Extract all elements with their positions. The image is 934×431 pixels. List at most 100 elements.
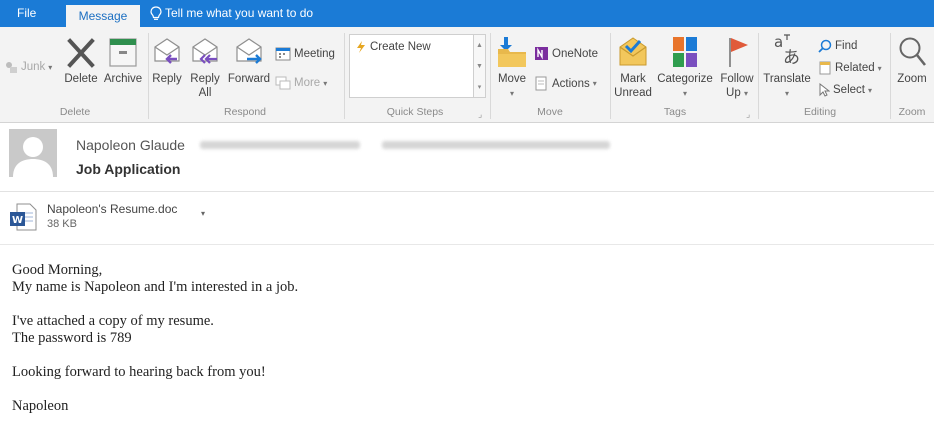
related-icon xyxy=(819,61,831,75)
archive-icon xyxy=(109,38,137,67)
related-button[interactable]: Related ▾ xyxy=(818,61,882,75)
chevron-down-icon[interactable]: ▾ xyxy=(201,209,205,218)
attachment-filesize: 38 KB xyxy=(47,218,77,230)
message-subject: Job Application xyxy=(76,161,181,177)
redacted-address xyxy=(200,141,360,149)
redacted-recipient xyxy=(382,141,610,149)
group-divider xyxy=(490,33,491,119)
actions-label: Actions xyxy=(552,77,590,90)
reply-all-label-1: Reply xyxy=(190,73,220,85)
reply-label: Reply xyxy=(152,73,182,85)
junk-button[interactable]: Junk ▾ xyxy=(4,60,52,74)
forward-label: Forward xyxy=(227,73,271,85)
reply-all-icon xyxy=(192,38,218,64)
chevron-down-icon: ▾ xyxy=(509,89,514,98)
group-divider xyxy=(148,33,149,119)
select-label: Select xyxy=(833,84,865,96)
tell-me-label: Tell me what you want to do xyxy=(165,6,314,20)
sender-name[interactable]: Napoleon Glaude xyxy=(76,137,185,153)
message-body: Good Morning, My name is Napoleon and I'… xyxy=(12,262,298,415)
group-label-editing: Editing xyxy=(803,106,837,118)
translate-icon: a あ xyxy=(774,33,800,68)
follow-up-button[interactable]: Follow Up ▾ xyxy=(716,35,758,101)
tab-file[interactable]: File xyxy=(17,3,36,25)
chevron-down-icon: ▾ xyxy=(592,79,597,88)
body-line: Looking forward to hearing back from you… xyxy=(12,364,266,380)
group-label-zoom: Zoom xyxy=(898,106,926,118)
follow-up-label-2: Up xyxy=(726,87,741,99)
tab-message[interactable]: Message xyxy=(66,5,140,27)
meeting-button[interactable]: Meeting xyxy=(275,46,335,61)
scroll-down-icon[interactable]: ▼ xyxy=(474,56,485,77)
magnifier-icon xyxy=(899,37,927,66)
delete-button[interactable]: Delete xyxy=(60,37,102,86)
find-button[interactable]: Find xyxy=(818,39,857,53)
svg-text:a: a xyxy=(774,33,783,51)
reply-icon xyxy=(154,38,180,64)
chevron-down-icon: ▾ xyxy=(877,63,882,73)
body-line: Good Morning, xyxy=(12,262,103,278)
dialog-launcher-icon[interactable]: ⌟ xyxy=(746,109,750,120)
forward-button[interactable]: Forward xyxy=(225,37,273,86)
zoom-label: Zoom xyxy=(897,73,927,85)
archive-label: Archive xyxy=(103,73,143,85)
ribbon: Junk ▾ Delete Archive Delete Reply Reply… xyxy=(0,27,934,123)
junk-label: Junk xyxy=(21,61,46,73)
group-label-tags: Tags xyxy=(663,106,687,118)
more-icon xyxy=(275,76,291,90)
onenote-button[interactable]: OneNote xyxy=(534,46,598,61)
scroll-up-icon[interactable]: ▲ xyxy=(474,35,485,56)
categorize-button[interactable]: Categorize ▾ xyxy=(654,35,716,101)
chevron-down-icon: ▾ xyxy=(48,62,53,72)
follow-up-label-1: Follow xyxy=(720,73,754,85)
reply-all-label-2: All xyxy=(198,87,212,99)
mark-unread-label-1: Mark xyxy=(620,73,646,85)
group-divider xyxy=(758,33,759,119)
reply-all-button[interactable]: Reply All xyxy=(186,37,224,100)
create-new-label: Create New xyxy=(370,41,431,53)
delete-label: Delete xyxy=(64,73,98,85)
group-divider xyxy=(344,33,345,119)
categorize-label: Categorize xyxy=(657,73,713,85)
translate-button[interactable]: a あ Translate ▾ xyxy=(760,31,814,101)
categorize-icon xyxy=(673,37,697,67)
word-document-icon: W xyxy=(10,203,37,231)
dialog-launcher-icon[interactable]: ⌟ xyxy=(478,109,482,120)
search-icon xyxy=(818,39,832,53)
ribbon-tab-bar: File Message Tell me what you want to do xyxy=(0,0,934,27)
attachment-filename: Napoleon's Resume.doc xyxy=(47,202,178,216)
reply-button[interactable]: Reply xyxy=(150,37,184,86)
expand-gallery-icon[interactable]: ▾ xyxy=(474,77,485,98)
tell-me-search[interactable]: Tell me what you want to do xyxy=(150,0,313,27)
attachment-card[interactable]: W Napoleon's Resume.doc 38 KB ▾ xyxy=(9,199,214,234)
create-new-quick-step[interactable]: Create New xyxy=(356,41,431,53)
lightbulb-icon xyxy=(150,5,162,20)
delete-x-icon xyxy=(67,38,95,68)
body-line: Napoleon xyxy=(12,398,69,414)
forward-icon xyxy=(236,38,262,64)
lightning-icon xyxy=(357,41,365,53)
move-button[interactable]: Move ▾ xyxy=(494,35,530,101)
zoom-button[interactable]: Zoom xyxy=(892,35,932,86)
onenote-label: OneNote xyxy=(552,47,599,60)
more-button[interactable]: More ▾ xyxy=(275,76,327,90)
svg-text:W: W xyxy=(12,215,23,226)
meeting-label: Meeting xyxy=(294,47,335,60)
actions-button[interactable]: Actions ▾ xyxy=(534,76,597,91)
body-line: My name is Napoleon and I'm interested i… xyxy=(12,279,299,295)
quick-steps-scroll[interactable]: ▲ ▼ ▾ xyxy=(474,34,486,98)
group-label-quick-steps: Quick Steps xyxy=(386,106,444,118)
group-divider xyxy=(610,33,611,119)
mark-unread-button[interactable]: Mark Unread xyxy=(612,35,654,100)
archive-button[interactable]: Archive xyxy=(101,37,145,86)
sender-avatar xyxy=(9,129,57,177)
svg-text:あ: あ xyxy=(783,48,800,68)
chevron-down-icon: ▾ xyxy=(323,78,328,88)
chevron-down-icon: ▾ xyxy=(784,89,789,98)
select-button[interactable]: Select ▾ xyxy=(818,83,872,97)
mark-unread-label-2: Unread xyxy=(614,87,652,99)
attachment-divider xyxy=(0,244,934,245)
junk-icon xyxy=(6,62,17,73)
